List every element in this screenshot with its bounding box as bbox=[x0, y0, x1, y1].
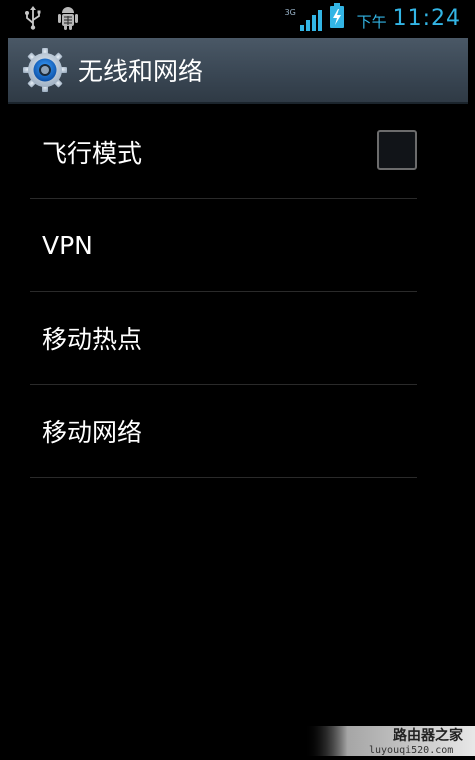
list-item-label: VPN bbox=[42, 230, 93, 260]
settings-gear-icon[interactable] bbox=[22, 47, 68, 93]
title-bar: 无线和网络 bbox=[8, 38, 468, 104]
list-item-label: 移动热点 bbox=[42, 325, 143, 354]
list-item-label: 移动网络 bbox=[42, 418, 143, 447]
status-bar-right: 3G 下午 11:24 bbox=[285, 2, 461, 34]
android-debug-icon bbox=[56, 6, 80, 36]
ampm-label: 下午 bbox=[356, 12, 387, 31]
status-bar: 3G 下午 11:24 bbox=[0, 0, 475, 36]
clock: 11:24 bbox=[392, 5, 461, 31]
list-item-vpn[interactable]: VPN bbox=[30, 199, 417, 292]
settings-list: 飞行模式 VPN 移动热点 移动网络 bbox=[30, 106, 417, 478]
list-item-label: 飞行模式 bbox=[42, 139, 143, 168]
watermark-logo: 路由器之家 luyouqi520.com bbox=[305, 726, 475, 756]
airplane-mode-checkbox[interactable] bbox=[377, 130, 417, 170]
page-title: 无线和网络 bbox=[78, 57, 204, 86]
signal-icon: 3G bbox=[285, 6, 323, 31]
battery-charging-icon bbox=[329, 3, 345, 33]
list-item-mobile-hotspot[interactable]: 移动热点 bbox=[30, 292, 417, 385]
list-item-mobile-network[interactable]: 移动网络 bbox=[30, 385, 417, 478]
usb-icon bbox=[24, 6, 42, 34]
list-item-airplane-mode[interactable]: 飞行模式 bbox=[30, 106, 417, 199]
svg-text:路由器之家: 路由器之家 bbox=[393, 727, 464, 744]
network-type-label: 3G bbox=[284, 8, 296, 17]
svg-text:luyouqi520.com: luyouqi520.com bbox=[369, 745, 453, 756]
